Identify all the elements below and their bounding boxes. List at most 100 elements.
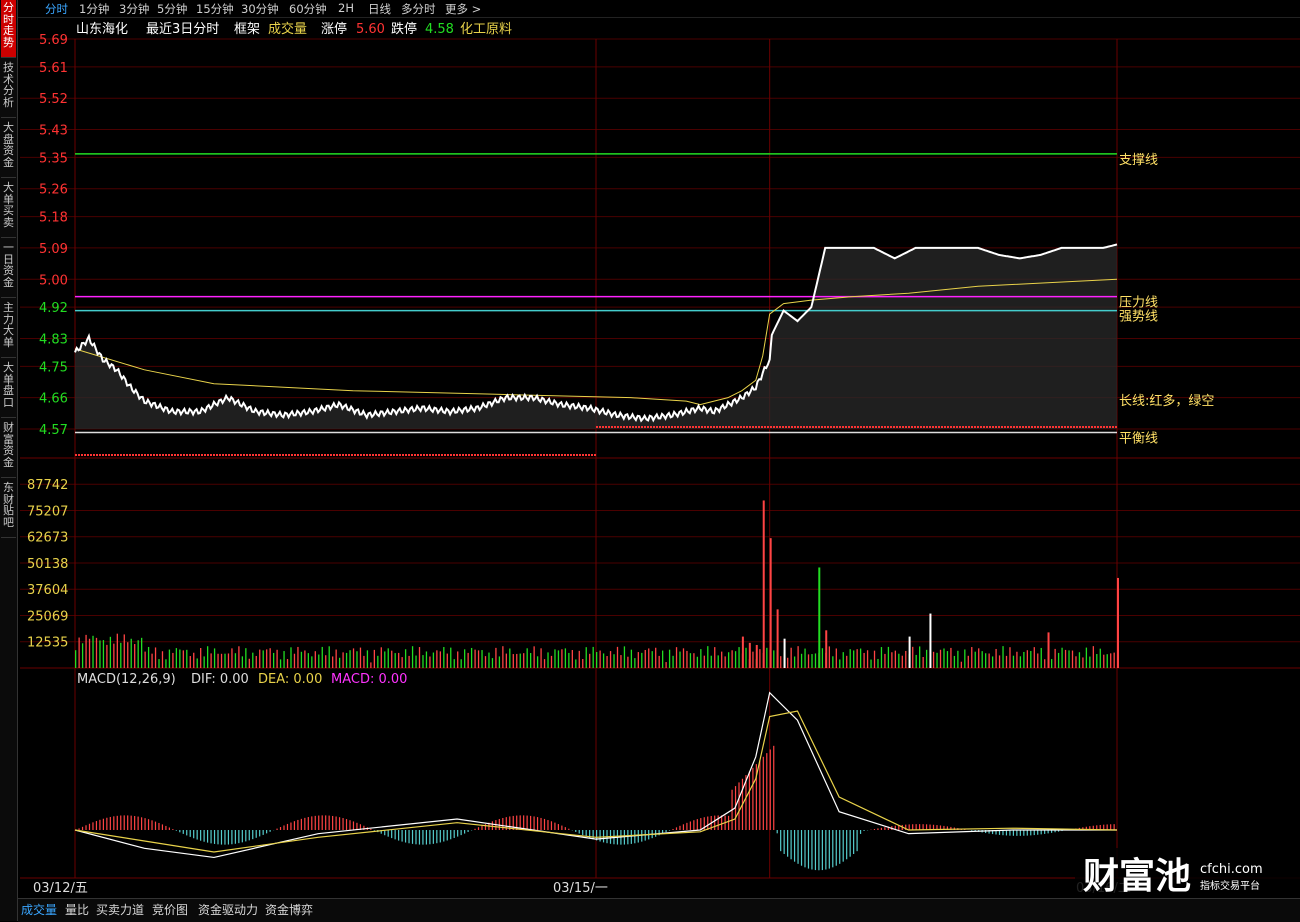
period-tab[interactable]: 分时 <box>45 1 68 17</box>
macd-bar <box>151 820 152 830</box>
volume-bar <box>1023 652 1024 668</box>
period-tab[interactable]: 30分钟 <box>241 1 279 17</box>
volume-label: 成交量 <box>268 21 307 37</box>
macd-bar <box>110 817 111 830</box>
indicator-tab[interactable]: 竞价图 <box>152 901 188 918</box>
macd-bar <box>499 819 500 830</box>
sidebar-tab[interactable]: 主力大单 <box>1 300 16 358</box>
volume-bar <box>454 659 455 668</box>
period-tab[interactable]: 2H <box>338 1 354 15</box>
macd-bar <box>92 822 93 830</box>
volume-bar <box>693 653 694 668</box>
macd-bar <box>210 830 211 843</box>
sidebar-tab[interactable]: 技术分析 <box>1 60 16 118</box>
volume-bar <box>554 649 555 668</box>
period-tab[interactable]: 15分钟 <box>196 1 234 17</box>
volume-spike <box>756 645 758 668</box>
average-price-line <box>75 279 1117 404</box>
macd-bar <box>850 830 851 857</box>
macd-bar <box>957 828 958 830</box>
volume-bar <box>846 656 847 668</box>
macd-bar <box>509 816 510 830</box>
macd-bar <box>374 830 375 831</box>
macd-bar <box>749 771 750 830</box>
macd-bar <box>197 830 198 840</box>
volume-bar <box>210 653 211 668</box>
macd-bar <box>1006 830 1007 835</box>
volume-bar <box>995 649 996 668</box>
sidebar-tab[interactable]: 大单买卖 <box>1 180 16 238</box>
limit-down-label: 跌停 <box>391 21 417 37</box>
macd-bar <box>676 827 677 830</box>
volume-bar <box>131 639 132 668</box>
indicator-tab[interactable]: 资金驱动力 <box>198 901 258 918</box>
macd-bar <box>547 820 548 830</box>
volume-bar <box>947 651 948 668</box>
volume-tick-label: 37604 <box>27 583 68 598</box>
volume-bar <box>158 659 159 668</box>
volume-bar <box>752 652 753 668</box>
macd-bar <box>1051 830 1052 833</box>
volume-bar <box>287 659 288 668</box>
volume-tick-label: 62673 <box>27 531 68 546</box>
macd-bar <box>252 830 253 839</box>
period-tab[interactable]: 3分钟 <box>119 1 149 17</box>
macd-bar <box>742 779 743 830</box>
period-tab[interactable]: 1分钟 <box>79 1 109 17</box>
volume-bar <box>395 653 396 668</box>
volume-bar <box>863 653 864 668</box>
date-label: 03/16/二 <box>1076 881 1131 896</box>
macd-bar <box>412 830 413 844</box>
sidebar-tab[interactable]: 一日资金 <box>1 240 16 298</box>
macd-bar <box>461 830 462 835</box>
macd-bar <box>568 829 569 830</box>
price-tick-label: 5.61 <box>39 61 68 76</box>
volume-bar <box>144 652 145 668</box>
volume-bar <box>634 658 635 668</box>
macd-bar <box>898 825 899 830</box>
volume-bar <box>301 652 302 668</box>
volume-bar <box>777 650 778 668</box>
period-tab[interactable]: 多分时 <box>401 1 436 17</box>
volume-bar <box>419 647 420 668</box>
volume-bar <box>1016 652 1017 668</box>
volume-bar <box>763 653 764 668</box>
period-tab[interactable]: 60分钟 <box>289 1 327 17</box>
watermark-brand: 财富池 <box>1083 855 1191 897</box>
volume-bar <box>370 662 371 668</box>
macd-bar <box>728 816 729 830</box>
macd-bar <box>891 826 892 830</box>
macd-bar <box>1027 830 1028 836</box>
macd-bar <box>836 830 837 866</box>
macd-bar <box>975 830 976 831</box>
indicator-tab[interactable]: 成交量 <box>21 901 57 918</box>
indicator-tab[interactable]: 量比 <box>65 901 89 918</box>
period-tab[interactable]: 5分钟 <box>157 1 187 17</box>
sidebar-tab[interactable]: 大盘资金 <box>1 120 16 178</box>
macd-bar <box>419 830 420 845</box>
volume-bar <box>214 648 215 668</box>
macd-bar <box>700 818 701 830</box>
sidebar-tab[interactable]: 大单盘口 <box>1 360 16 418</box>
sidebar-tab[interactable]: 财富资金 <box>1 420 16 478</box>
indicator-tab[interactable]: 买卖力道 <box>96 901 144 918</box>
macd-bar <box>770 749 771 830</box>
macd-bar <box>398 830 399 841</box>
macd-bar <box>520 815 521 830</box>
macd-bar <box>228 830 229 845</box>
macd-bar <box>405 830 406 843</box>
period-tab[interactable]: 更多 > <box>445 1 481 17</box>
sidebar-tab[interactable]: 东财贴吧 <box>1 480 16 538</box>
volume-bar <box>447 654 448 668</box>
macd-bar <box>440 830 441 842</box>
volume-bar <box>405 649 406 668</box>
macd-bar <box>502 818 503 830</box>
macd-bar <box>329 816 330 830</box>
macd-bar <box>1009 830 1010 836</box>
macd-bar <box>561 826 562 830</box>
macd-bar <box>839 830 840 864</box>
indicator-tab[interactable]: 资金博弈 <box>265 901 313 918</box>
period-tab[interactable]: 日线 <box>368 1 391 17</box>
macd-bar <box>909 824 910 830</box>
sidebar-tab[interactable]: 分时走势 <box>1 0 16 58</box>
